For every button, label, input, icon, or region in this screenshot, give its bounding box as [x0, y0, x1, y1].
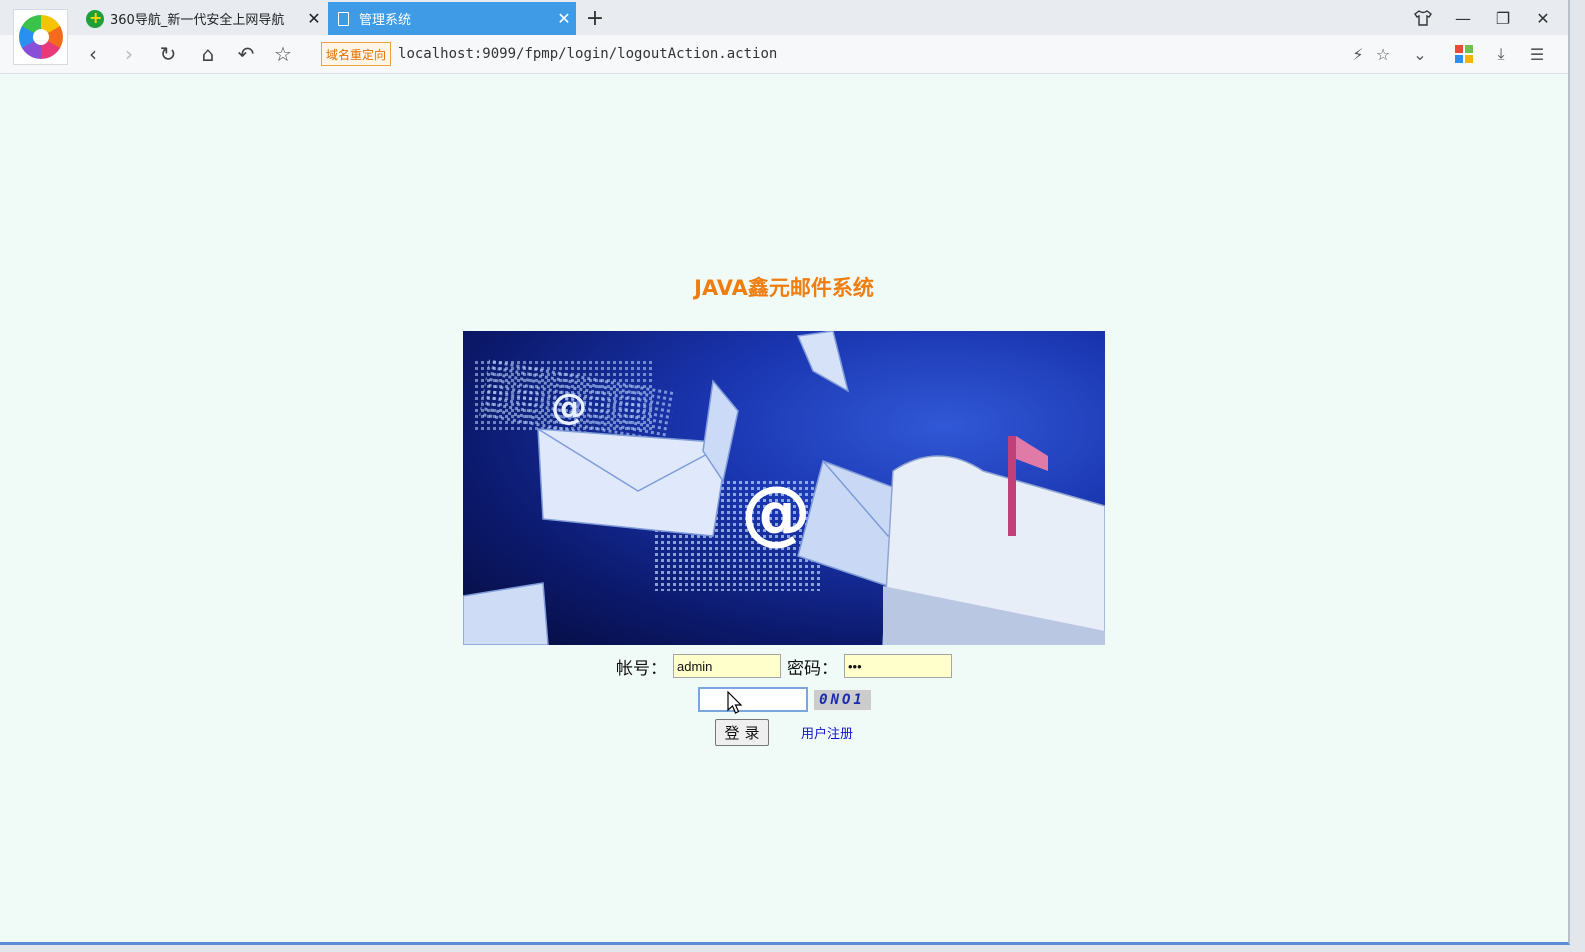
actions-row: 登录 用户注册	[463, 719, 1105, 746]
page-title: JAVA鑫元邮件系统	[694, 276, 874, 300]
captcha-row: 0NO1	[463, 687, 1105, 712]
home-button[interactable]: ⌂	[192, 38, 224, 70]
360-browser-logo[interactable]	[13, 9, 68, 65]
star-icon[interactable]: ☆	[1368, 38, 1398, 70]
svg-text:@: @	[551, 387, 587, 428]
new-tab-button[interactable]: +	[583, 4, 607, 32]
reload-button[interactable]: ↻	[152, 38, 184, 70]
back-button[interactable]: ‹	[77, 38, 109, 70]
tab-360-nav[interactable]: 360导航_新一代安全上网导航 ✕	[78, 2, 326, 35]
shirt-icon	[1414, 10, 1432, 26]
tab-admin-system[interactable]: 管理系统 ✕	[328, 2, 576, 35]
restore-button[interactable]: ❐	[1484, 2, 1522, 34]
forward-button[interactable]: ›	[113, 38, 145, 70]
apps-button[interactable]	[1449, 38, 1479, 70]
window-close-button[interactable]: ✕	[1524, 2, 1562, 34]
chevron-down-icon[interactable]: ⌄	[1405, 38, 1435, 70]
login-button[interactable]: 登录	[714, 719, 769, 746]
email-banner-image: @ @	[463, 331, 1105, 645]
minimize-button[interactable]: —	[1444, 2, 1482, 34]
toolbar: ‹ › ↻ ⌂ ↶ ☆ 域名重定向 localhost:9099/fpmp/lo…	[0, 35, 1568, 74]
undo-close-button[interactable]: ↶	[230, 38, 262, 70]
captcha-image[interactable]: 0NO1	[813, 689, 871, 710]
address-bar[interactable]: 域名重定向 localhost:9099/fpmp/login/logoutAc…	[313, 38, 1448, 70]
browser-window: 360导航_新一代安全上网导航 ✕ 管理系统 ✕ + — ❐ ✕ ‹ › ↻ ⌂…	[0, 0, 1570, 945]
tab-title: 管理系统	[359, 13, 412, 28]
redirect-badge: 域名重定向	[321, 42, 392, 66]
tab-strip: 360导航_新一代安全上网导航 ✕ 管理系统 ✕ + — ❐ ✕	[0, 0, 1568, 35]
menu-icon[interactable]: ☰	[1522, 38, 1552, 70]
apps-tile	[1455, 55, 1463, 63]
apps-tile	[1465, 55, 1473, 63]
favorite-button[interactable]: ☆	[267, 38, 299, 70]
account-label: 帐号：	[616, 658, 667, 679]
tab-title: 360导航_新一代安全上网导航	[110, 13, 285, 28]
password-input[interactable]	[844, 654, 952, 678]
apps-tile	[1465, 45, 1473, 53]
close-icon[interactable]: ✕	[302, 9, 326, 28]
apps-grid-icon	[1455, 45, 1473, 63]
mouse-cursor-icon	[727, 691, 743, 714]
credentials-row: 帐号： 密码：	[463, 654, 1105, 679]
url-text[interactable]: localhost:9099/fpmp/login/logoutAction.a…	[398, 46, 777, 62]
download-icon[interactable]: ⤓	[1486, 38, 1516, 70]
captcha-input[interactable]	[697, 687, 808, 712]
svg-text:@: @	[741, 471, 811, 553]
page-icon	[338, 11, 349, 26]
apps-tile	[1455, 45, 1463, 53]
close-icon[interactable]: ✕	[552, 9, 576, 28]
360-favicon-icon	[86, 8, 104, 28]
360-logo-icon	[18, 15, 63, 59]
skin-button[interactable]	[1404, 2, 1442, 34]
register-link[interactable]: 用户注册	[801, 723, 853, 742]
envelope-illustration-icon: @ @	[463, 331, 1105, 645]
account-input[interactable]	[673, 654, 781, 678]
password-label: 密码：	[787, 658, 838, 679]
